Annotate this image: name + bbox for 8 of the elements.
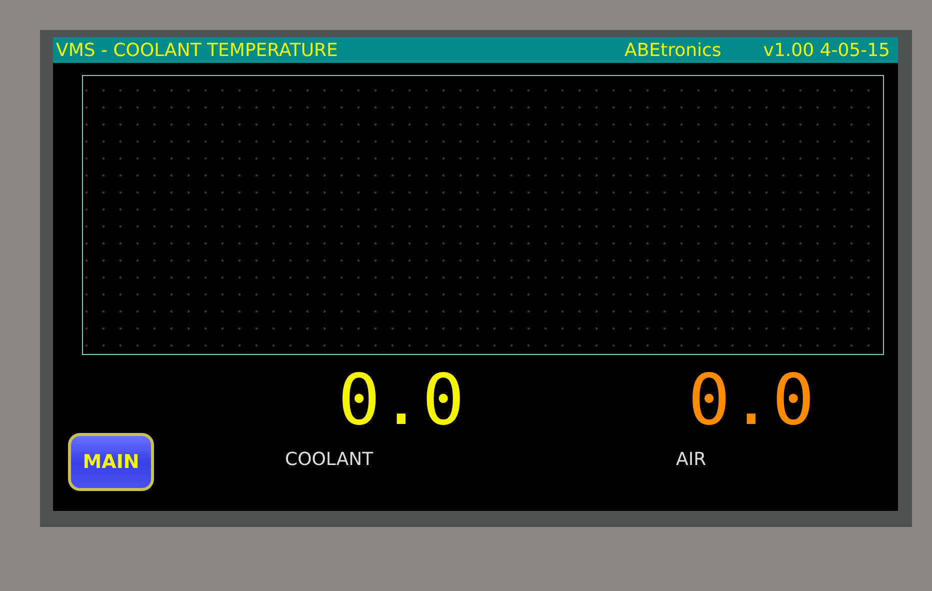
readout-label: AIR: [676, 449, 708, 470]
digital-readout: 0.0: [338, 365, 466, 435]
digital-readout: 0.0: [688, 365, 816, 435]
screen-title: VMS - COOLANT TEMPERATURE: [56, 40, 339, 60]
brand-name: ABEtronics: [624, 40, 722, 60]
version-date: v1.00 4-05-15: [763, 40, 890, 60]
readout-label: COOLANT: [285, 449, 374, 470]
main-button[interactable]: MAIN: [68, 433, 154, 491]
